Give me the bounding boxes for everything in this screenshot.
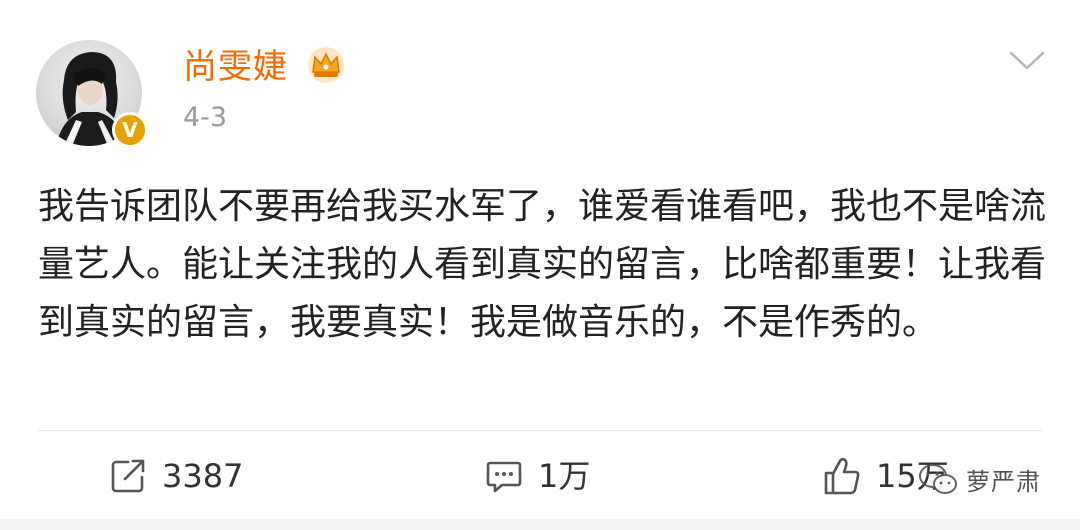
- post-date: 4-3: [183, 102, 228, 133]
- watermark: 萝严肃: [918, 462, 1041, 497]
- repost-icon: [111, 459, 145, 493]
- chevron-down-icon[interactable]: [1008, 48, 1046, 74]
- repost-button[interactable]: 3387: [108, 450, 243, 502]
- crown-icon: [308, 47, 344, 83]
- wechat-icon: [919, 463, 957, 494]
- bottom-strip: [0, 519, 1080, 530]
- like-icon: [824, 457, 860, 495]
- comment-button[interactable]: 1万: [484, 450, 590, 502]
- repost-count: 3387: [162, 457, 244, 495]
- verified-badge-label: V: [122, 118, 138, 142]
- divider: [38, 430, 1042, 431]
- post-text: 我告诉团队不要再给我买水军了，谁爱看谁看吧，我也不是啥流量艺人。能让关注我的人看…: [38, 186, 1047, 343]
- watermark-text: 萝严肃: [966, 468, 1041, 496]
- verified-badge: V: [112, 112, 148, 148]
- username[interactable]: 尚雯婕: [183, 47, 288, 87]
- comment-count: 1万: [538, 457, 591, 495]
- comment-icon: [486, 461, 522, 493]
